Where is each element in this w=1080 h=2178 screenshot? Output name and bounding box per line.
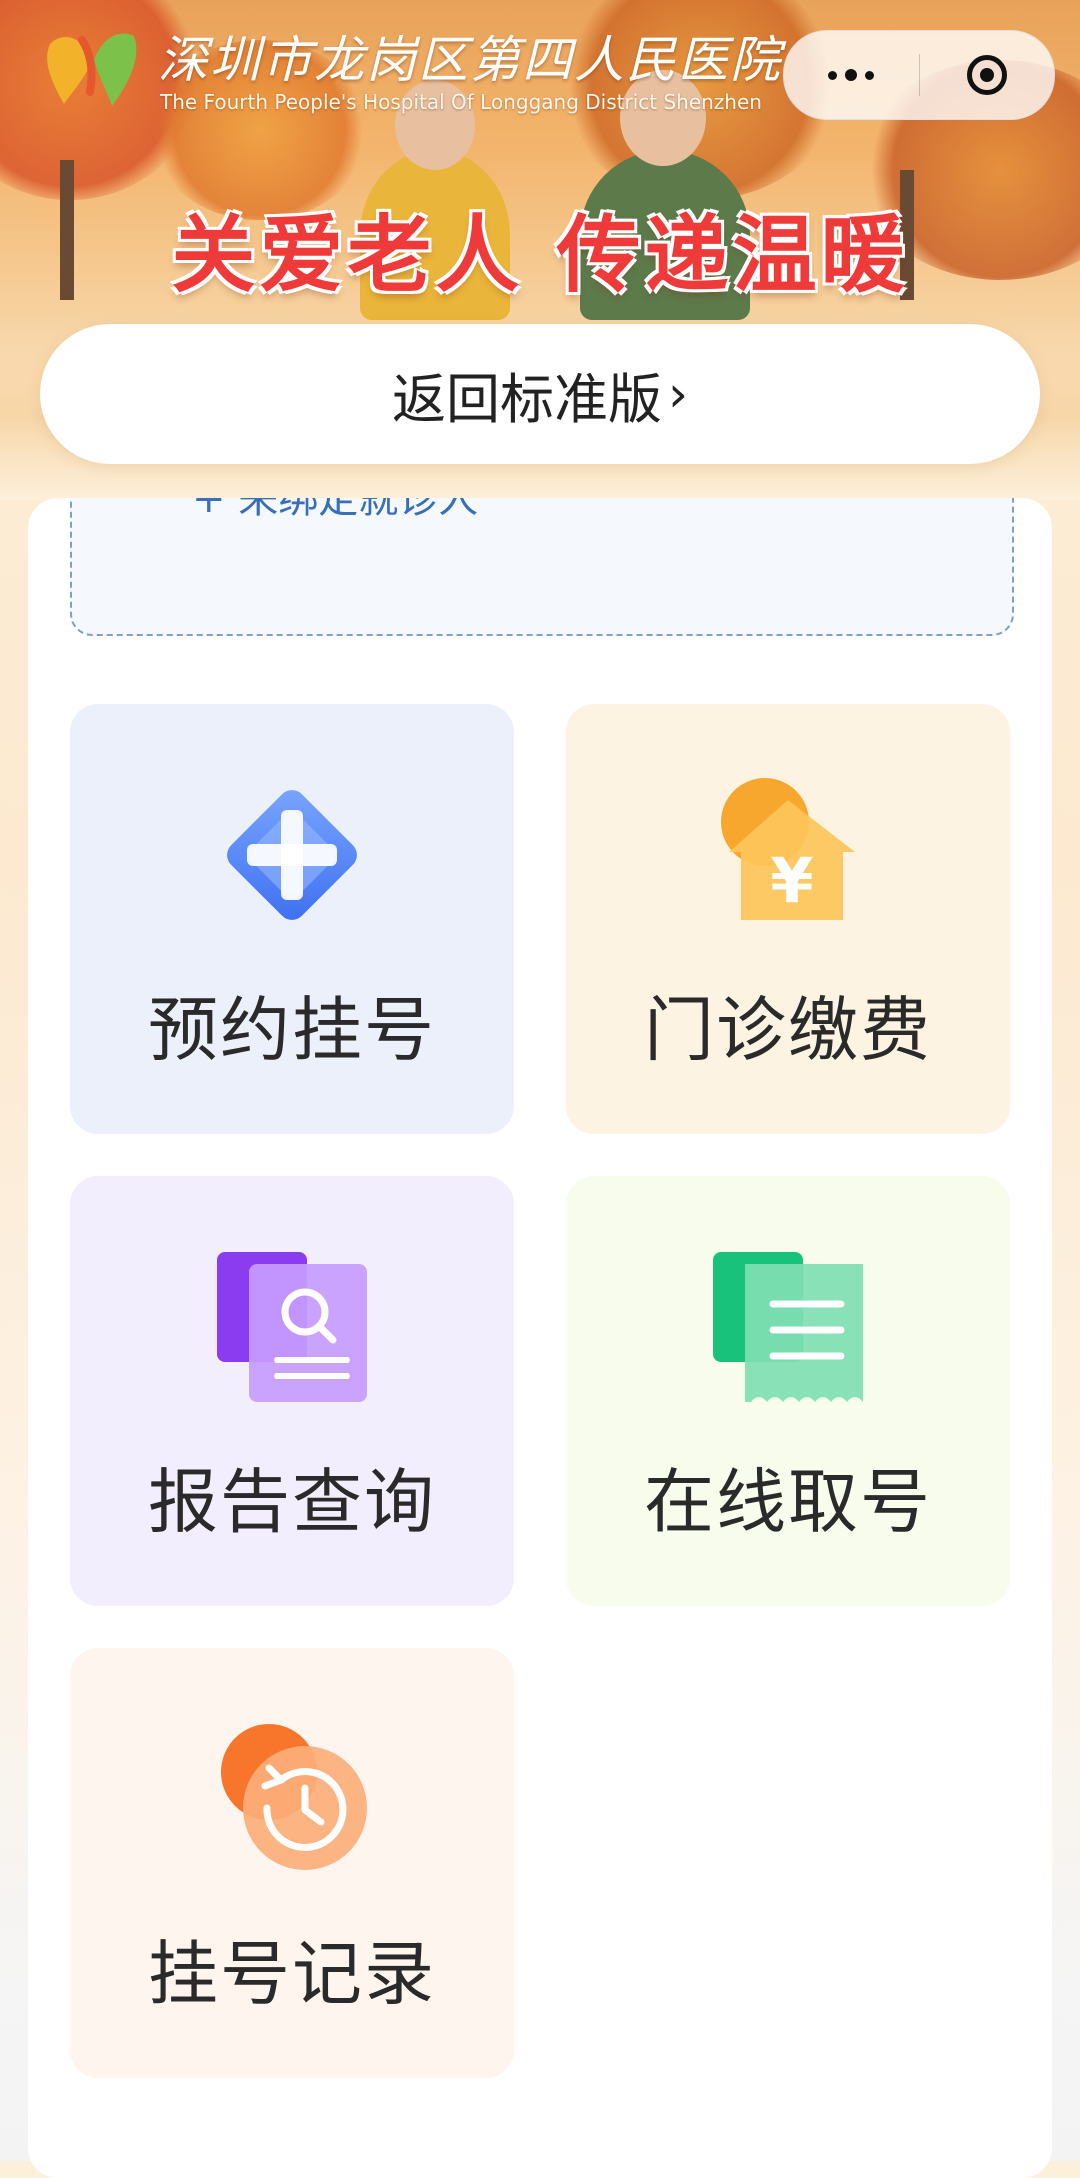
yuan-house-icon: ¥ — [703, 770, 873, 940]
bind-patient-box[interactable]: + 来绑定就诊人 — [70, 498, 1014, 636]
return-standard-button[interactable]: 返回标准版 › — [40, 324, 1040, 464]
tile-outpatient-payment[interactable]: ¥ 门诊缴费 — [566, 704, 1010, 1134]
target-circle-icon — [966, 55, 1007, 95]
more-dots-icon — [828, 69, 875, 81]
more-button[interactable] — [784, 31, 919, 119]
close-button[interactable] — [920, 31, 1055, 119]
return-standard-label: 返回标准版 — [392, 367, 662, 431]
tile-label: 门诊缴费 — [644, 989, 932, 1071]
tile-label: 在线取号 — [644, 1461, 932, 1543]
tile-report-query[interactable]: 报告查询 — [70, 1176, 514, 1606]
report-search-icon — [207, 1242, 377, 1412]
svg-text:¥: ¥ — [770, 844, 813, 917]
tile-registration-record[interactable]: 挂号记录 — [70, 1648, 514, 2078]
tile-label: 预约挂号 — [148, 989, 436, 1071]
tile-label: 报告查询 — [148, 1461, 436, 1543]
receipt-icon — [703, 1242, 873, 1412]
miniprogram-capsule — [783, 30, 1055, 120]
history-clock-icon — [207, 1714, 377, 1884]
hospital-name-en: The Fourth People's Hospital Of Longgang… — [160, 90, 762, 114]
tile-label: 挂号记录 — [148, 1933, 436, 2015]
chevron-right-icon: › — [668, 365, 688, 423]
services-card: + 来绑定就诊人 预约挂号 ¥ 门诊缴费 报告查询 在线取号 挂号记录 — [28, 498, 1052, 2178]
tile-appointment[interactable]: 预约挂号 — [70, 704, 514, 1134]
tile-online-ticket[interactable]: 在线取号 — [566, 1176, 1010, 1606]
slogan: 关爱老人 传递温暖 — [171, 206, 909, 304]
hospital-name: 深圳市龙岗区第四人民医院 — [158, 31, 782, 89]
medical-cross-icon — [207, 770, 377, 940]
bind-patient-text: + 来绑定就诊人 — [192, 498, 479, 522]
hospital-logo-icon — [47, 33, 137, 106]
